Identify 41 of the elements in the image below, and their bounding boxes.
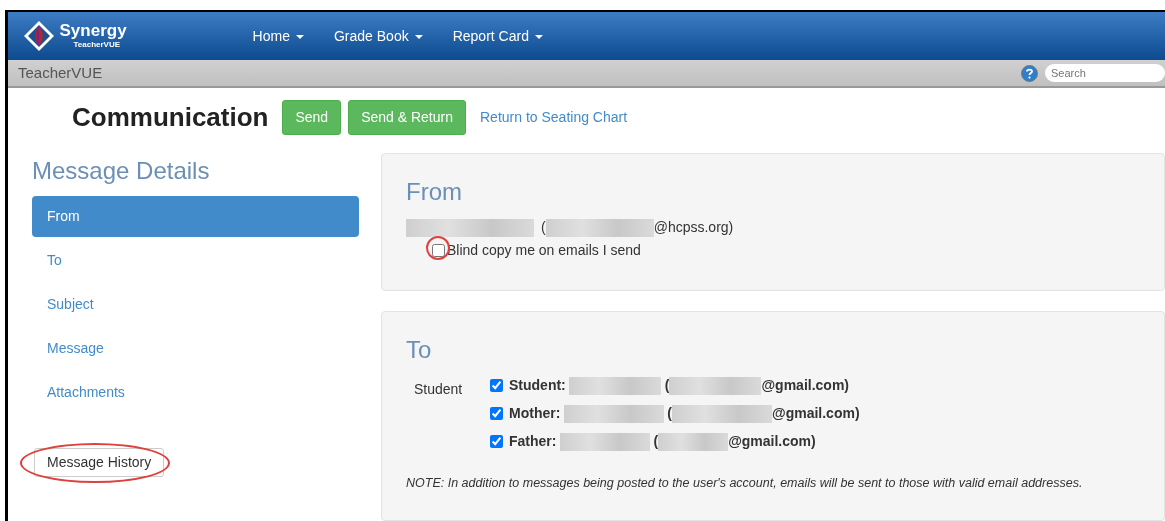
recipient-email: @gmail.com) [772,404,860,423]
sidebar-item[interactable]: Attachments [32,372,359,413]
recipient-label: Father: [509,432,557,451]
send-and-return-button[interactable]: Send & Return [348,100,466,135]
sidebar-item[interactable]: Message [32,328,359,369]
brand-subtitle: TeacherVUE [73,39,122,51]
recipient-email: @gmail.com) [761,376,849,395]
note-text: NOTE: In addition to messages being posted to the user's account, emails will be sent to those with valid email addresses. [406,475,1084,492]
help-icon[interactable] [1021,64,1038,82]
app-title: TeacherVUE [18,62,103,83]
recipient-label: Mother: [509,404,561,423]
annotation-circle [426,236,450,260]
recipient-email: ( [653,432,659,451]
section-title: From [406,177,463,207]
recipient-email: ( [664,376,670,395]
seating-chart-link[interactable]: Return to Seating Chart [480,107,628,128]
recipient-email: @gmail.com) [728,432,816,451]
menu-dropdown[interactable]: Home [252,25,304,47]
recipient-label: Student: [509,376,566,395]
sidebar-item[interactable]: Subject [32,284,359,325]
recipient-checkbox[interactable] [490,407,503,420]
sidebar-item[interactable]: From [32,196,359,237]
sender-email: @hcpss.org) [653,218,734,237]
logo-icon [22,19,56,53]
recipient-email: ( [667,404,672,423]
sender-email: ( [541,218,546,237]
page-title: Communication [72,101,269,134]
redacted-block [658,432,729,451]
recipient-checkbox[interactable] [490,379,503,392]
section-title: To [406,335,433,365]
bcc-checkbox[interactable] [432,244,445,257]
sidebar-item[interactable]: To [32,240,359,281]
brand-name: Synergy [59,21,127,39]
recipient-checkbox[interactable] [490,435,503,448]
sidebar-title: Message Details [32,156,211,186]
search-field[interactable]: Search [1045,64,1165,82]
message-history-button[interactable]: Message History [34,448,165,477]
recipient-group-label: Student [414,380,464,399]
menu-dropdown[interactable]: Report Card [452,25,543,47]
menu-dropdown[interactable]: Grade Book [333,25,423,47]
send-button[interactable]: Send [282,100,342,135]
